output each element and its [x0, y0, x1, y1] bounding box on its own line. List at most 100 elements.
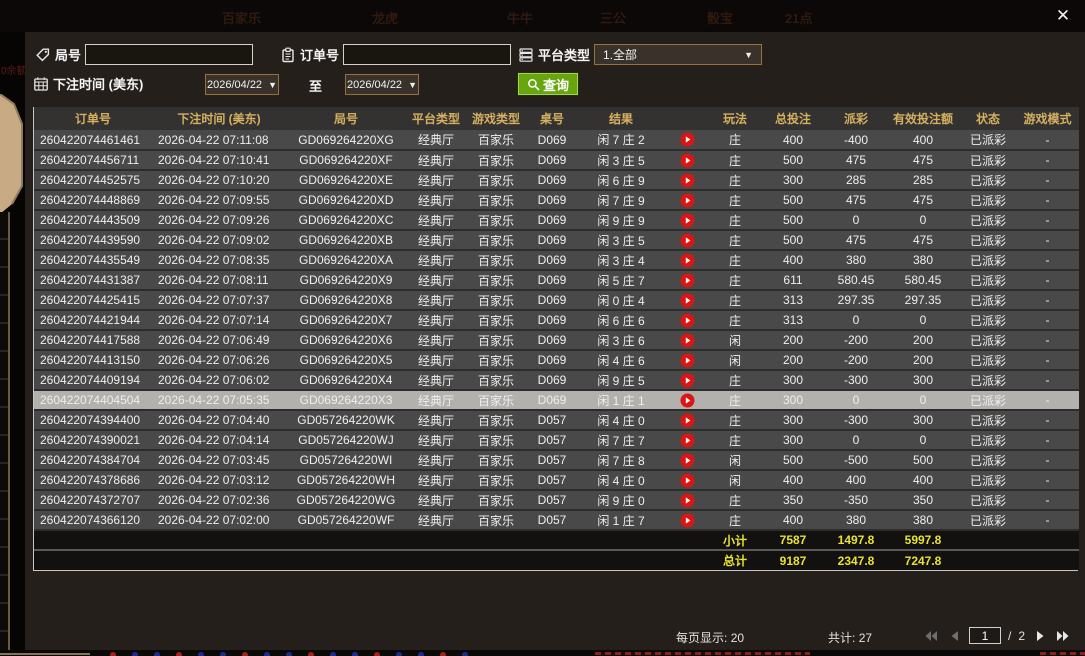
table-row[interactable]: 260422074404504 2026-04-22 07:05:35 GD06…	[34, 390, 1079, 410]
date-to-select[interactable]: 2026/04/22 ▼	[345, 74, 419, 95]
table-row[interactable]: 260422074366120 2026-04-22 07:02:00 GD05…	[34, 510, 1079, 530]
cell-game-type: 百家乐	[466, 150, 526, 170]
play-icon[interactable]	[680, 313, 695, 328]
game-tab: 三公	[600, 8, 626, 27]
cell-valid-bet: 475	[886, 190, 960, 210]
table-row[interactable]: 260422074448869 2026-04-22 07:09:55 GD06…	[34, 190, 1079, 210]
background-rail	[8, 212, 10, 656]
table-row[interactable]: 260422074372707 2026-04-22 07:02:36 GD05…	[34, 490, 1079, 510]
table-row[interactable]: 260422074456711 2026-04-22 07:10:41 GD06…	[34, 150, 1079, 170]
background-dashes	[595, 652, 810, 655]
play-icon[interactable]	[680, 233, 695, 248]
first-page-icon[interactable]	[923, 629, 939, 643]
cell-status: 已派彩	[960, 130, 1016, 150]
cell-game-mode: -	[1016, 270, 1079, 290]
cell-game-mode: -	[1016, 390, 1079, 410]
play-icon[interactable]	[680, 153, 695, 168]
cell-replay	[664, 190, 710, 210]
cell-payout: -300	[826, 410, 886, 430]
play-icon[interactable]	[680, 493, 695, 508]
table-row[interactable]: 260422074439590 2026-04-22 07:09:02 GD06…	[34, 230, 1079, 250]
prev-page-icon[interactable]	[946, 629, 962, 643]
round-id-input[interactable]	[85, 44, 253, 65]
play-icon[interactable]	[680, 333, 695, 348]
last-page-icon[interactable]	[1055, 629, 1071, 643]
cell-replay	[664, 510, 710, 530]
cell-table-number: D069	[526, 290, 578, 310]
cell-game-mode: -	[1016, 150, 1079, 170]
play-icon[interactable]	[680, 273, 695, 288]
cell-play-type: 闲	[710, 330, 760, 350]
play-icon[interactable]	[680, 213, 695, 228]
play-icon[interactable]	[680, 132, 695, 147]
cell-payout: 0	[826, 310, 886, 330]
cell-valid-bet: 200	[886, 350, 960, 370]
cell-order-id: 260422074409194	[34, 370, 152, 390]
cell-round-id: GD069264220X4	[286, 370, 406, 390]
cell-result: 闲 7 庄 8	[578, 450, 664, 470]
play-icon[interactable]	[680, 413, 695, 428]
play-icon[interactable]	[680, 353, 695, 368]
cell-valid-bet: 475	[886, 150, 960, 170]
background-bead	[286, 652, 292, 656]
table-row[interactable]: 260422074378686 2026-04-22 07:03:12 GD05…	[34, 470, 1079, 490]
cell-table-number: D069	[526, 310, 578, 330]
page-separator: /	[1008, 629, 1011, 643]
table-row[interactable]: 260422074413150 2026-04-22 07:06:26 GD06…	[34, 350, 1079, 370]
table-row[interactable]: 260422074384704 2026-04-22 07:03:45 GD05…	[34, 450, 1079, 470]
date-from-select[interactable]: 2026/04/22 ▼	[205, 74, 279, 95]
play-icon[interactable]	[680, 193, 695, 208]
order-id-input[interactable]	[343, 44, 511, 65]
cell-round-id: GD069264220XD	[286, 190, 406, 210]
column-header: 玩法	[710, 107, 760, 130]
column-header: 游戏模式	[1016, 107, 1079, 130]
cell-table-number: D069	[526, 210, 578, 230]
cell-valid-bet: 297.35	[886, 290, 960, 310]
play-icon[interactable]	[680, 253, 695, 268]
play-icon[interactable]	[680, 293, 695, 308]
table-row[interactable]: 260422074390021 2026-04-22 07:04:14 GD05…	[34, 430, 1079, 450]
column-header: 有效投注额	[886, 107, 960, 130]
table-row[interactable]: 260422074421944 2026-04-22 07:07:14 GD06…	[34, 310, 1079, 330]
play-icon[interactable]	[680, 373, 695, 388]
play-icon[interactable]	[680, 173, 695, 188]
table-row[interactable]: 260422074431387 2026-04-22 07:08:11 GD06…	[34, 270, 1079, 290]
table-row[interactable]: 260422074461461 2026-04-22 07:11:08 GD06…	[34, 130, 1079, 150]
cell-game-type: 百家乐	[466, 390, 526, 410]
cell-status: 已派彩	[960, 330, 1016, 350]
chevron-down-icon: ▼	[268, 80, 277, 90]
table-row[interactable]: 260422074394400 2026-04-22 07:04:40 GD05…	[34, 410, 1079, 430]
cell-valid-bet: 0	[886, 210, 960, 230]
cell-table-number: D057	[526, 410, 578, 430]
cell-play-type: 庄	[710, 490, 760, 510]
play-icon[interactable]	[680, 453, 695, 468]
table-row[interactable]: 260422074409194 2026-04-22 07:06:02 GD06…	[34, 370, 1079, 390]
table-row[interactable]: 260422074435549 2026-04-22 07:08:35 GD06…	[34, 250, 1079, 270]
cell-valid-bet: 300	[886, 410, 960, 430]
cell-total-bet: 200	[760, 330, 826, 350]
platform-type-select[interactable]: 1.全部 ▼	[594, 44, 762, 65]
table-row[interactable]: 260422074417588 2026-04-22 07:06:49 GD06…	[34, 330, 1079, 350]
cell-status: 已派彩	[960, 410, 1016, 430]
platform-list-icon	[518, 47, 534, 63]
cell-replay	[664, 410, 710, 430]
play-icon[interactable]	[680, 393, 695, 408]
next-page-icon[interactable]	[1032, 629, 1048, 643]
cell-round-id: GD069264220X6	[286, 330, 406, 350]
table-row[interactable]: 260422074443509 2026-04-22 07:09:26 GD06…	[34, 210, 1079, 230]
cell-status: 已派彩	[960, 390, 1016, 410]
close-icon[interactable]: ✕	[1053, 6, 1073, 26]
page-total: 2	[1018, 629, 1025, 643]
cell-platform-type: 经典厅	[406, 470, 466, 490]
play-icon[interactable]	[680, 433, 695, 448]
cell-bet-time: 2026-04-22 07:09:26	[152, 210, 286, 230]
search-button[interactable]: 查询	[518, 73, 578, 95]
play-icon[interactable]	[680, 513, 695, 528]
page-number-input[interactable]	[969, 627, 1001, 644]
play-icon[interactable]	[680, 473, 695, 488]
table-row[interactable]: 260422074425415 2026-04-22 07:07:37 GD06…	[34, 290, 1079, 310]
cell-bet-time: 2026-04-22 07:05:35	[152, 390, 286, 410]
cell-play-type: 闲	[710, 450, 760, 470]
cell-replay	[664, 310, 710, 330]
table-row[interactable]: 260422074452575 2026-04-22 07:10:20 GD06…	[34, 170, 1079, 190]
